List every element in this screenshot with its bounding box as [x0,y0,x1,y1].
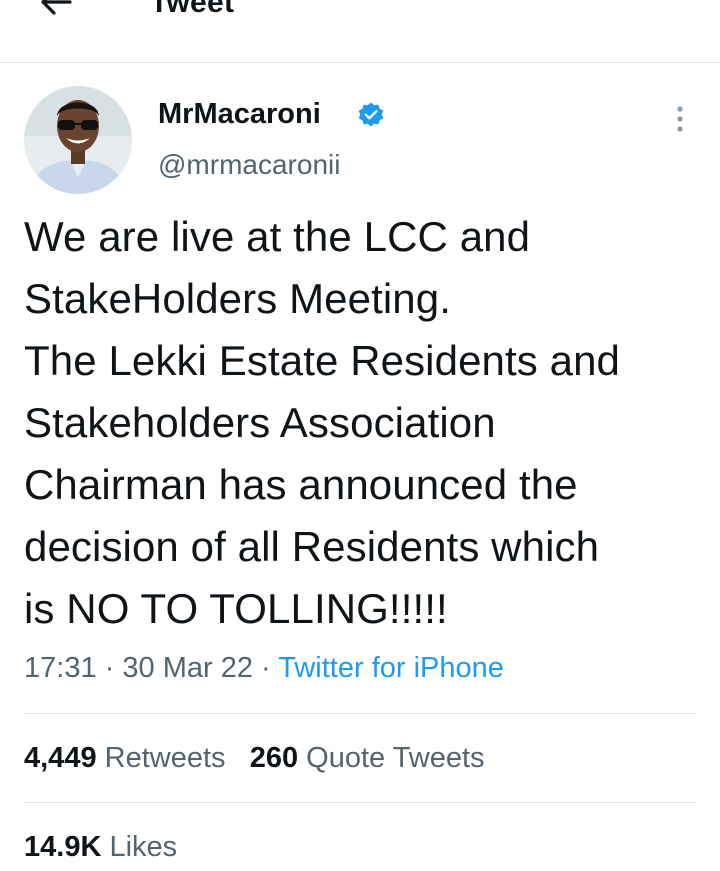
meta-separator: · [104,652,115,684]
engagement-stats-row: 4,449 Retweets 260 Quote Tweets [24,740,485,776]
tweet-time: 17:31 [24,652,97,684]
retweets-count: 4,449 [24,742,97,774]
avatar[interactable] [24,86,132,194]
page-title: Tweet [150,0,235,19]
quote-tweets-stat[interactable]: 260 Quote Tweets [250,742,485,774]
retweets-label: Retweets [104,742,226,774]
more-vertical-icon[interactable] [666,102,694,136]
likes-count: 14.9K [24,831,102,863]
back-arrow-icon[interactable] [36,0,76,22]
likes-stats-row: 14.9K Likes [24,829,177,865]
retweets-stat[interactable]: 4,449 Retweets [24,742,226,774]
tweet-meta: 17:31 · 30 Mar 22 · Twitter for iPhone [24,650,504,686]
quote-tweets-count: 260 [249,742,299,774]
tweet-source-link[interactable]: Twitter for iPhone [278,652,504,684]
quote-tweets-label: Quote Tweets [306,742,485,774]
tweet-text: We are live at the LCC and StakeHolders … [24,213,621,632]
likes-label: Likes [109,831,178,863]
top-bar: Tweet [0,0,720,63]
author-handle[interactable]: @mrmacaronii [158,148,340,182]
likes-stat[interactable]: 14.9K Likes [24,831,177,863]
divider [24,802,696,803]
author-display-name[interactable]: MrMacaroni [158,96,321,132]
divider [24,713,696,714]
verified-badge-icon [357,101,385,129]
meta-separator: · [261,652,271,684]
tweet-date: 30 Mar 22 [122,652,253,684]
